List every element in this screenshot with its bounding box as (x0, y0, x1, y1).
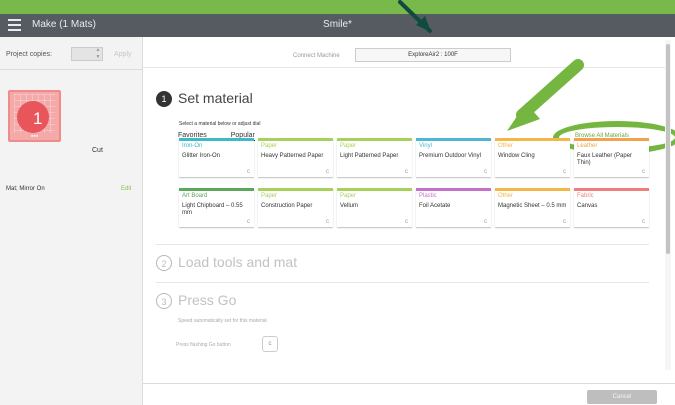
copies-label: Project copies: (6, 51, 52, 58)
go-button-icon: c (262, 336, 278, 352)
material-category: Paper (261, 193, 278, 199)
material-category: Paper (340, 193, 357, 199)
material-hint: Select a material below or adjust dial (179, 121, 261, 127)
dial-icon: c (484, 219, 487, 225)
press-go-note: Press flashing Go button (176, 342, 231, 348)
dial-icon: c (326, 219, 329, 225)
dial-icon: c (247, 219, 250, 225)
material-card-canvas[interactable]: Fabric Canvas c (574, 188, 649, 227)
edit-mat-link[interactable]: Edit (121, 186, 131, 192)
dial-icon: c (405, 169, 408, 175)
dial-icon: c (405, 219, 408, 225)
material-category: Other (498, 193, 514, 199)
mat-info: Mat; Mirror On (6, 186, 45, 192)
mat-number: 1 (33, 109, 43, 128)
material-name: Magnetic Sheet – 0.5 mm (498, 203, 567, 209)
top-bar: Make (1 Mats) Smile* (0, 14, 675, 37)
material-name: Foil Acetate (419, 203, 451, 209)
cancel-button[interactable]: Cancel (587, 390, 657, 404)
material-card-faux-leather[interactable]: Leather Faux Leather (Paper Thin) c (574, 138, 649, 177)
dial-icon: c (563, 219, 566, 225)
dial-icon: c (642, 219, 645, 225)
top-highlight-band (0, 0, 675, 14)
material-category: Fabric (577, 193, 594, 199)
material-category: Iron-On (182, 143, 203, 149)
material-card-light-patterned-paper[interactable]: Paper Light Patterned Paper c (337, 138, 412, 177)
material-category: Other (498, 143, 514, 149)
material-card-premium-outdoor-vinyl[interactable]: Vinyl Premium Outdoor Vinyl c (416, 138, 491, 177)
material-name: Premium Outdoor Vinyl (419, 153, 481, 159)
material-name: Heavy Patterned Paper (261, 153, 324, 159)
material-name: Light Patterned Paper (340, 153, 399, 159)
project-title: Smile* (323, 19, 352, 30)
sidebar: Project copies: ▲ ▼ Apply 1 ●●● Cut Mat; … (0, 37, 143, 405)
mat-brand-strip: ●●● (30, 133, 39, 138)
dial-icon: c (484, 169, 487, 175)
material-name: Vellum (340, 203, 359, 209)
step-title: Set material (178, 90, 253, 106)
divider (156, 282, 649, 283)
speed-note: Speed automatically set for this materia… (178, 318, 267, 324)
machine-row: Connect Machine ExploreAir2 : 100F (143, 45, 675, 67)
material-category: Leather (577, 143, 598, 149)
dial-icon: c (247, 169, 250, 175)
divider (143, 67, 668, 68)
material-card-light-chipboard[interactable]: Art Board Light Chipboard – 0.55 mm c (179, 188, 254, 227)
dial-icon: c (642, 169, 645, 175)
apply-button[interactable]: Apply (114, 51, 132, 58)
copies-stepper[interactable]: ▲ ▼ (93, 47, 103, 61)
step-title: Load tools and mat (178, 254, 298, 270)
material-card-construction-paper[interactable]: Paper Construction Paper c (258, 188, 333, 227)
machine-select[interactable]: ExploreAir2 : 100F (355, 48, 511, 62)
material-name: Faux Leather (Paper Thin) (577, 153, 633, 166)
material-category: Paper (261, 143, 278, 149)
material-card-foil-acetate[interactable]: Plastic Foil Acetate c (416, 188, 491, 227)
material-category: Paper (340, 143, 357, 149)
material-category: Plastic (419, 193, 437, 199)
main-panel: Connect Machine ExploreAir2 : 100F 1 Set… (143, 37, 675, 405)
material-card-glitter-iron-on[interactable]: Iron-On Glitter Iron-On c (179, 138, 254, 177)
step-number: 2 (156, 255, 172, 271)
material-name: Window Cling (498, 153, 535, 159)
material-category: Art Board (182, 193, 208, 199)
material-name: Light Chipboard – 0.55 mm (182, 203, 243, 216)
connect-machine-label: Connect Machine (293, 53, 340, 59)
step-number: 3 (156, 293, 172, 309)
copies-row: Project copies: ▲ ▼ Apply (0, 37, 142, 70)
material-name: Canvas (577, 203, 598, 209)
mat-thumbnail[interactable]: 1 ●●● (8, 90, 61, 142)
material-name: Glitter Iron-On (182, 153, 221, 159)
scrollbar-thumb[interactable] (666, 44, 670, 254)
material-name: Construction Paper (261, 203, 313, 209)
step-number: 1 (156, 91, 172, 107)
material-category: Vinyl (419, 143, 432, 149)
dial-icon: c (563, 169, 566, 175)
material-card-heavy-patterned-paper[interactable]: Paper Heavy Patterned Paper c (258, 138, 333, 177)
step-title: Press Go (178, 292, 237, 308)
material-card-vellum[interactable]: Paper Vellum c (337, 188, 412, 227)
material-card-magnetic-sheet[interactable]: Other Magnetic Sheet – 0.5 mm c (495, 188, 570, 227)
mat-action-label: Cut (92, 147, 103, 154)
material-card-window-cling[interactable]: Other Window Cling c (495, 138, 570, 177)
dial-icon: c (326, 169, 329, 175)
divider (156, 244, 649, 245)
